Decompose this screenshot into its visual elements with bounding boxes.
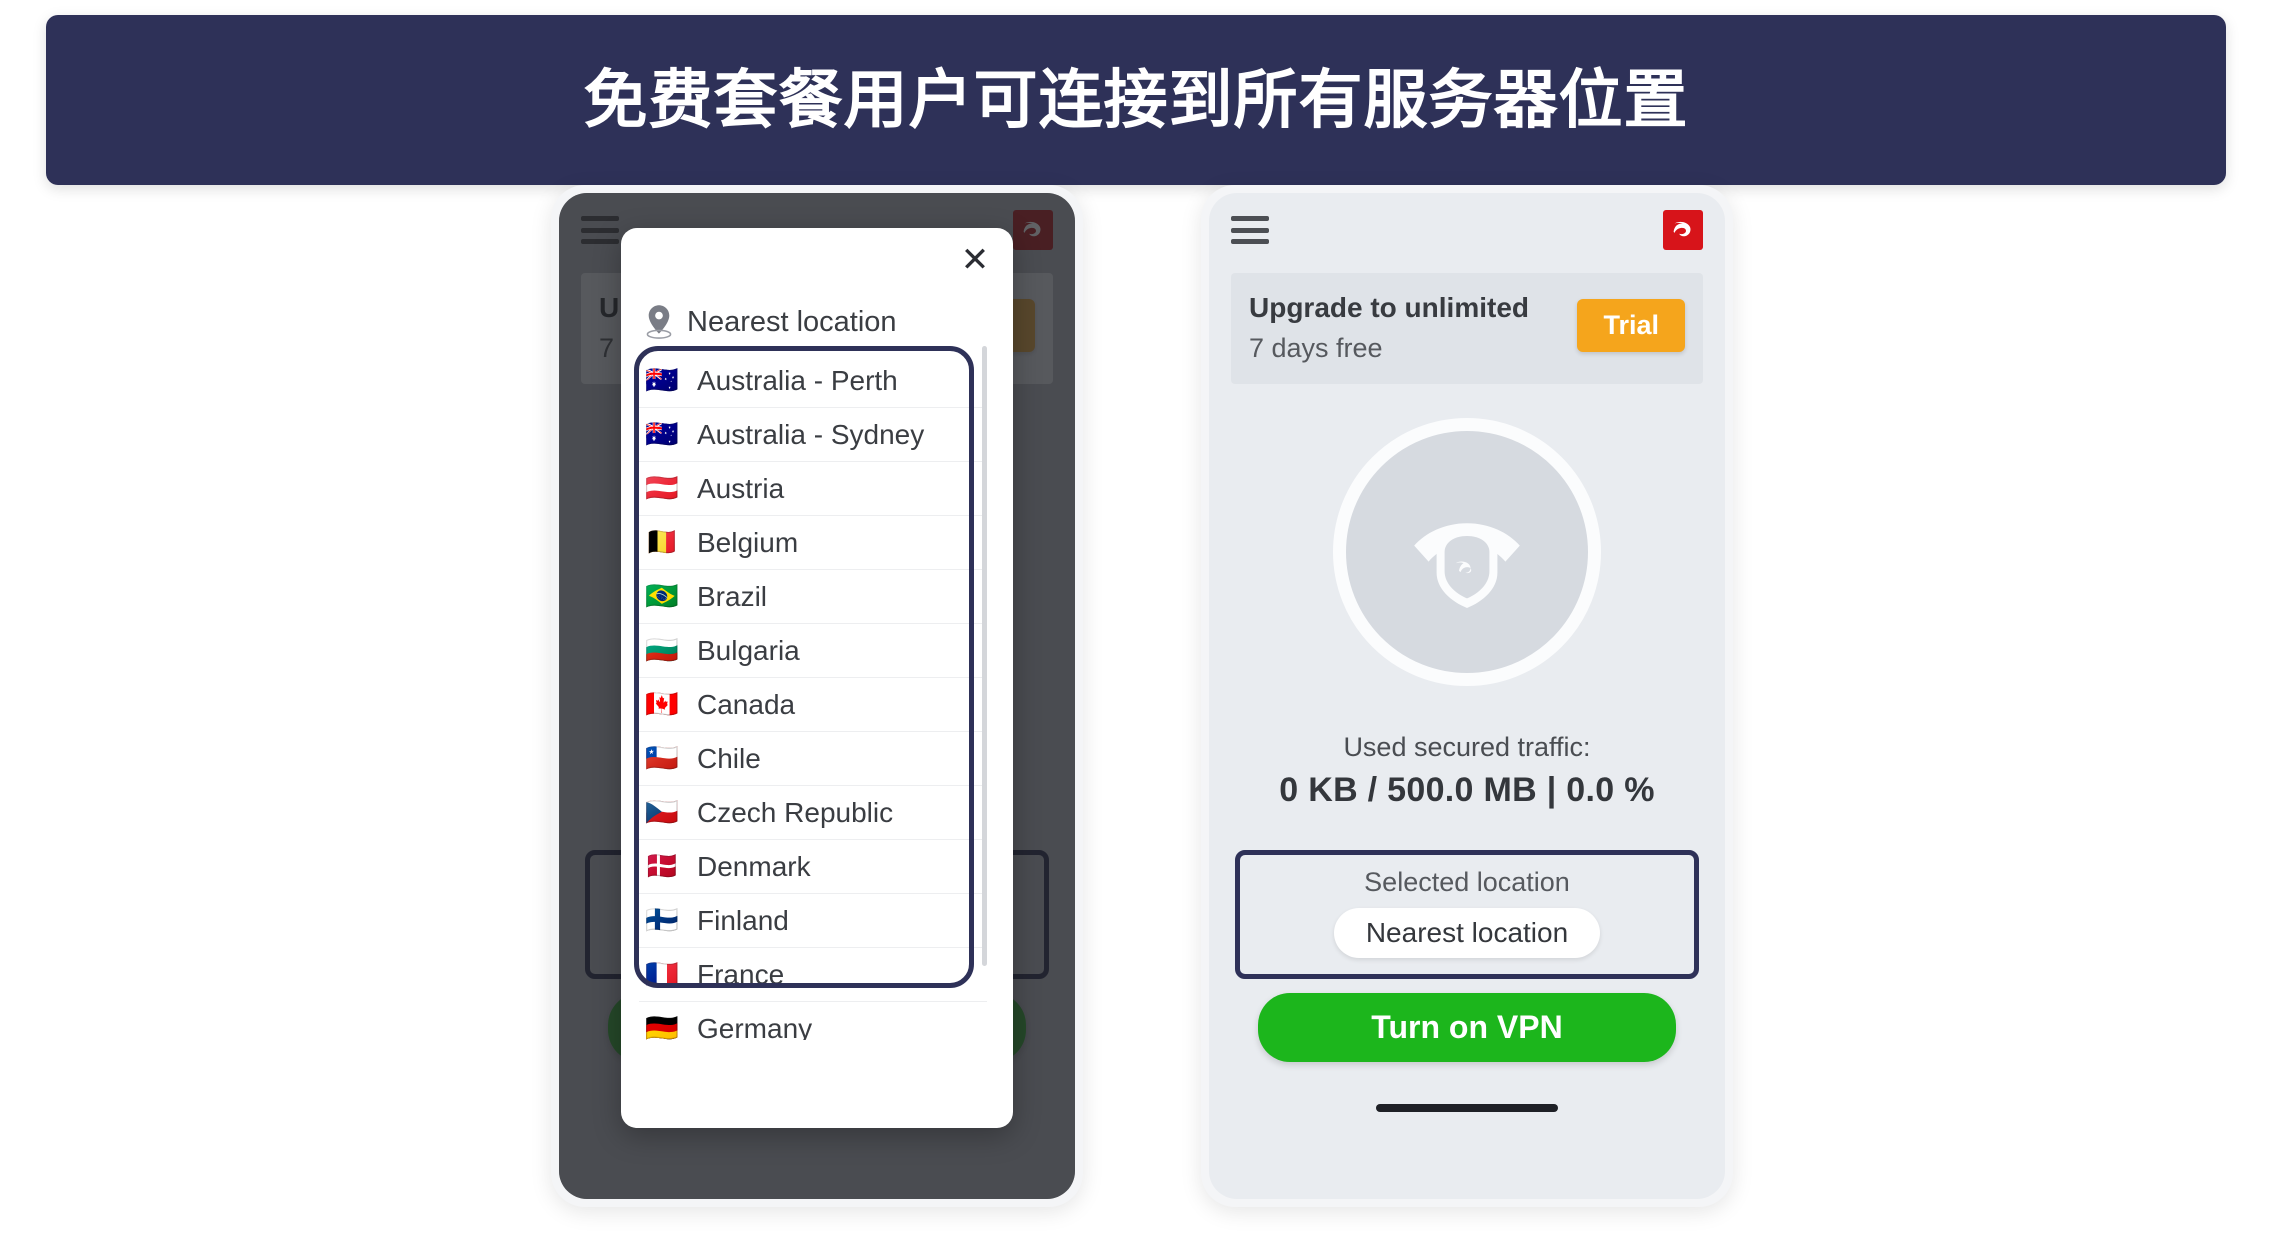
app-topbar-right — [1209, 193, 1725, 267]
country-list-item[interactable]: 🇦🇺 Australia - Sydney — [639, 408, 987, 462]
vpn-shield-wifi-icon — [1333, 417, 1601, 686]
location-pin-icon — [643, 304, 675, 340]
country-flag-icon: 🇫🇮 — [645, 905, 679, 935]
location-picker-modal: ✕ Nearest location 🇦🇺 Australia - Perth 🇦🇺… — [621, 228, 1013, 1128]
country-name: Finland — [697, 904, 789, 936]
country-list-item[interactable]: 🇧🇬 Bulgaria — [639, 624, 987, 678]
country-name: France — [697, 958, 785, 990]
modal-body: Nearest location 🇦🇺 Australia - Perth 🇦🇺 Au… — [621, 228, 1013, 1128]
country-list-item[interactable]: 🇧🇪 Belgium — [639, 516, 987, 570]
country-name: Brazil — [697, 580, 768, 612]
country-name: Australia - Perth — [697, 364, 898, 396]
upgrade-subtitle: 7 days free — [1249, 332, 1383, 363]
country-list-item[interactable]: 🇩🇪 Germany — [639, 1002, 987, 1041]
country-list-scrollbar[interactable] — [982, 346, 987, 966]
traffic-label: Used secured traffic: — [1343, 731, 1591, 762]
avira-logo-icon — [1663, 210, 1703, 250]
country-flag-icon: 🇨🇿 — [645, 797, 679, 827]
traffic-stats: Used secured traffic: 0 KB / 500.0 MB | … — [1209, 732, 1725, 810]
country-flag-icon: 🇧🇬 — [645, 635, 679, 665]
country-flag-icon: 🇩🇪 — [645, 1013, 679, 1041]
header-banner: 免费套餐用户可连接到所有服务器位置 — [46, 15, 2226, 185]
country-list-item[interactable]: 🇫🇮 Finland — [639, 894, 987, 948]
traffic-value: 0 KB / 500.0 MB | 0.0 % — [1279, 770, 1655, 809]
country-list-item[interactable]: 🇩🇰 Denmark — [639, 840, 987, 894]
country-flag-icon: 🇧🇷 — [645, 581, 679, 611]
page-title: 免费套餐用户可连接到所有服务器位置 — [583, 63, 1689, 136]
country-list-item[interactable]: 🇨🇱 Chile — [639, 732, 987, 786]
country-flag-icon: 🇦🇺 — [645, 365, 679, 395]
country-flag-icon: 🇦🇹 — [645, 473, 679, 503]
hamburger-menu-icon[interactable] — [1231, 216, 1269, 244]
selected-location-box: Selected location Nearest location — [1235, 849, 1699, 979]
country-flag-icon: 🇦🇺 — [645, 419, 679, 449]
country-list-item[interactable]: 🇨🇦 Canada — [639, 678, 987, 732]
country-flag-icon: 🇨🇱 — [645, 743, 679, 773]
selected-location-label: Selected location — [1364, 866, 1570, 897]
turn-on-vpn-button[interactable]: Turn on VPN — [1258, 992, 1676, 1062]
phone-mockup-right: Upgrade to unlimited 7 days free Trial U… — [1201, 185, 1733, 1207]
country-list-item[interactable]: 🇧🇷 Brazil — [639, 570, 987, 624]
country-name: Austria — [697, 472, 785, 504]
selected-location-value[interactable]: Nearest location — [1333, 907, 1601, 958]
phone-screen-right: Upgrade to unlimited 7 days free Trial U… — [1209, 193, 1725, 1199]
country-name: Czech Republic — [697, 796, 894, 828]
country-name: Bulgaria — [697, 634, 800, 666]
upgrade-title: Upgrade to unlimited — [1249, 292, 1529, 323]
screenshot-stage: 免费套餐用户可连接到所有服务器位置 Upgrade to — [0, 0, 2271, 1241]
country-flag-icon: 🇫🇷 — [645, 959, 679, 989]
country-name: Belgium — [697, 526, 799, 558]
country-name: Chile — [697, 742, 761, 774]
country-name: Canada — [697, 688, 796, 720]
country-name: Australia - Sydney — [697, 418, 925, 450]
country-list-item[interactable]: 🇦🇹 Austria — [639, 462, 987, 516]
country-flag-icon: 🇨🇦 — [645, 689, 679, 719]
vpn-hero — [1209, 417, 1725, 686]
country-list-item[interactable]: 🇫🇷 France — [639, 948, 987, 1002]
trial-button[interactable]: Trial — [1577, 299, 1685, 352]
country-list[interactable]: 🇦🇺 Australia - Perth 🇦🇺 Australia - Sydney 🇦… — [639, 354, 987, 1040]
country-list-item[interactable]: 🇨🇿 Czech Republic — [639, 786, 987, 840]
nearest-location-label: Nearest location — [687, 305, 897, 338]
country-flag-icon: 🇧🇪 — [645, 527, 679, 557]
selected-location-section: Selected location Nearest location Turn … — [1235, 849, 1699, 1062]
country-name: Germany — [697, 1012, 813, 1041]
country-list-item[interactable]: 🇦🇺 Australia - Perth — [639, 354, 987, 408]
upgrade-banner: Upgrade to unlimited 7 days free Trial — [1231, 273, 1703, 384]
home-indicator — [1376, 1103, 1558, 1112]
country-flag-icon: 🇩🇰 — [645, 851, 679, 881]
nearest-location-row[interactable]: Nearest location — [621, 298, 1013, 354]
country-name: Denmark — [697, 850, 811, 882]
